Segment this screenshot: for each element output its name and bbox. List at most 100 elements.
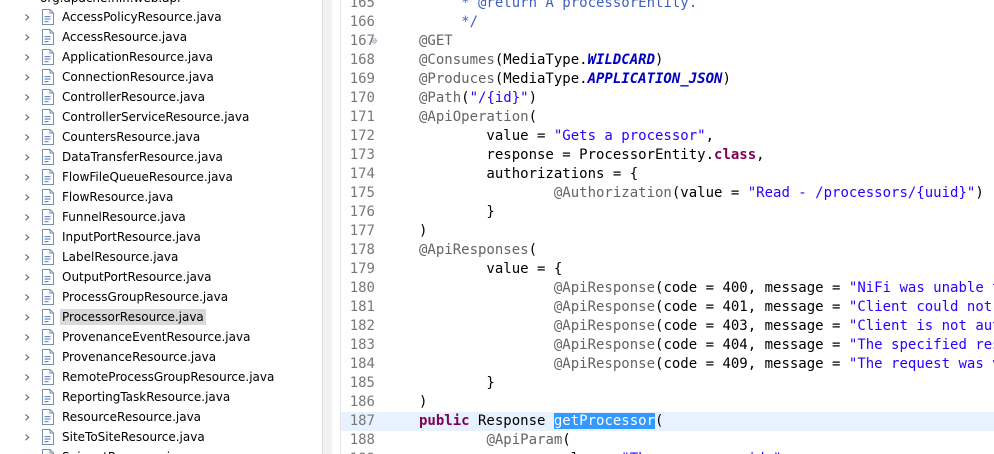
chevron-right-icon[interactable]: › <box>24 169 36 185</box>
code-text: value = "The processor id.", <box>419 450 790 454</box>
code-line[interactable]: 177) <box>341 222 994 241</box>
tree-item[interactable]: › AccessResource.java <box>0 27 322 47</box>
chevron-right-icon[interactable]: › <box>24 289 36 305</box>
code-line[interactable]: 189 value = "The processor id.", <box>341 450 994 454</box>
code-line[interactable]: 170 @Path("/{id}") <box>341 89 994 108</box>
tree-item[interactable]: › ConnectionResource.java <box>0 67 322 87</box>
chevron-right-icon[interactable]: › <box>24 109 36 125</box>
chevron-right-icon[interactable]: › <box>24 389 36 405</box>
tree-item[interactable]: › SnippetResource.java <box>0 447 322 454</box>
chevron-right-icon[interactable]: › <box>24 69 36 85</box>
code-line[interactable]: 175 @Authorization(value = "Read - /proc… <box>341 184 994 203</box>
code-text: value = { <box>419 260 562 279</box>
tree-item-label: FlowResource.java <box>62 190 174 204</box>
chevron-right-icon[interactable]: › <box>24 149 36 165</box>
chevron-right-icon[interactable]: › <box>24 349 36 365</box>
chevron-right-icon[interactable]: › <box>24 269 36 285</box>
chevron-right-icon[interactable]: › <box>24 449 36 454</box>
java-file-icon <box>40 169 56 185</box>
chevron-right-icon[interactable]: › <box>24 309 36 325</box>
tree-item[interactable]: › FlowFileQueueResource.java <box>0 167 322 187</box>
chevron-right-icon[interactable]: › <box>24 49 36 65</box>
chevron-right-icon[interactable]: › <box>24 249 36 265</box>
code-line[interactable]: 188 @ApiParam( <box>341 431 994 450</box>
code-line[interactable]: 181 @ApiResponse(code = 401, message = "… <box>341 298 994 317</box>
java-file-icon <box>40 109 56 125</box>
code-line[interactable]: 169 @Produces(MediaType.APPLICATION_JSON) <box>341 70 994 89</box>
chevron-right-icon[interactable]: › <box>24 229 36 245</box>
tree-item[interactable]: › RemoteProcessGroupResource.java <box>0 367 322 387</box>
code-token: (MediaType. <box>494 52 588 68</box>
code-line[interactable]: 183 @ApiResponse(code = 404, message = "… <box>341 336 994 355</box>
fold-collapse-icon[interactable]: ⊖ <box>371 32 377 51</box>
tree-item[interactable]: › ApplicationResource.java <box>0 47 322 67</box>
code-line[interactable]: 166 */ <box>341 13 994 32</box>
code-line[interactable]: 167 ⊖ @GET <box>341 32 994 51</box>
code-line[interactable]: 172 value = "Gets a processor", <box>341 127 994 146</box>
package-node-label: org.apache.nifi.web.api <box>40 0 180 6</box>
code-line[interactable]: 168 @Consumes(MediaType.WILDCARD) <box>341 51 994 70</box>
code-text: @Consumes(MediaType.WILDCARD) <box>419 51 663 70</box>
code-line[interactable]: 176 } <box>341 203 994 222</box>
java-file-icon <box>40 9 56 25</box>
tree-item[interactable]: › InputPortResource.java <box>0 227 322 247</box>
code-line[interactable]: 180 @ApiResponse(code = 400, message = "… <box>341 279 994 298</box>
code-token: (code = 409, message = <box>655 356 849 372</box>
java-file-icon <box>40 69 56 85</box>
tree-item-label: SiteToSiteResource.java <box>62 430 205 444</box>
tree-item[interactable]: › ControllerResource.java <box>0 87 322 107</box>
chevron-right-icon[interactable]: › <box>24 29 36 45</box>
tree-item[interactable]: › ReportingTaskResource.java <box>0 387 322 407</box>
tree-item[interactable]: › DataTransferResource.java <box>0 147 322 167</box>
tree-item[interactable]: › OutputPortResource.java <box>0 267 322 287</box>
chevron-right-icon[interactable]: › <box>24 209 36 225</box>
code-token: ) <box>528 90 538 106</box>
code-line[interactable]: 185 } <box>341 374 994 393</box>
chevron-right-icon[interactable]: › <box>24 429 36 445</box>
tree-item[interactable]: › SiteToSiteResource.java <box>0 427 322 447</box>
chevron-right-icon[interactable]: › <box>24 129 36 145</box>
code-editor[interactable]: 165 * @return A processorEntity. 166 */ 16… <box>341 0 994 454</box>
tree-item-label: FunnelResource.java <box>62 210 186 224</box>
tree-item[interactable]: › LabelResource.java <box>0 247 322 267</box>
code-line[interactable]: 184 @ApiResponse(code = 409, message = "… <box>341 355 994 374</box>
code-line[interactable]: 187 public Response getProcessor( <box>341 412 994 431</box>
code-line[interactable]: 182 @ApiResponse(code = 403, message = "… <box>341 317 994 336</box>
tree-item[interactable]: › ProvenanceResource.java <box>0 347 322 367</box>
code-text: response = ProcessorEntity.class, <box>419 146 764 165</box>
chevron-right-icon[interactable]: › <box>24 329 36 345</box>
code-token: "Client could not be authenticated." <box>848 299 993 315</box>
tree-item[interactable]: › ProcessGroupResource.java <box>0 287 322 307</box>
line-number: 177 <box>349 223 375 239</box>
chevron-right-icon[interactable]: › <box>24 409 36 425</box>
chevron-right-icon[interactable]: › <box>24 89 36 105</box>
tree-item[interactable]: › ProcessorResource.java <box>0 307 322 327</box>
tree-item[interactable]: › ResourceResource.java <box>0 407 322 427</box>
code-line[interactable]: 186) <box>341 393 994 412</box>
chevron-right-icon[interactable]: › <box>24 9 36 25</box>
tree-item[interactable]: › ControllerServiceResource.java <box>0 107 322 127</box>
code-line[interactable]: 173 response = ProcessorEntity.class, <box>341 146 994 165</box>
tree-item[interactable]: › AccessPolicyResource.java <box>0 7 322 27</box>
code-text: ) <box>419 393 427 412</box>
tree-item[interactable]: › FlowResource.java <box>0 187 322 207</box>
tree-item[interactable]: › FunnelResource.java <box>0 207 322 227</box>
chevron-right-icon[interactable]: › <box>24 189 36 205</box>
code-line[interactable]: 171 @ApiOperation( <box>341 108 994 127</box>
code-token: "NiFi was unable to complete the request… <box>848 280 994 296</box>
code-line[interactable]: 165 * @return A processorEntity. <box>341 0 994 13</box>
tree-item[interactable]: › CountersResource.java <box>0 127 322 147</box>
tree-item[interactable]: › ProvenanceEventResource.java <box>0 327 322 347</box>
code-text: @GET <box>419 32 453 51</box>
code-token: @ApiResponse <box>553 299 656 315</box>
code-line[interactable]: 178 @ApiResponses( <box>341 241 994 260</box>
java-file-icon <box>40 329 56 345</box>
code-line[interactable]: 179 value = { <box>341 260 994 279</box>
chevron-right-icon[interactable]: › <box>24 369 36 385</box>
code-token: "Read - /processors/{uuid}" <box>747 185 976 201</box>
line-number: 171 <box>349 109 375 125</box>
tree-item-label: LabelResource.java <box>62 250 179 264</box>
code-line[interactable]: 174 authorizations = { <box>341 165 994 184</box>
code-token: value = { <box>419 261 563 277</box>
